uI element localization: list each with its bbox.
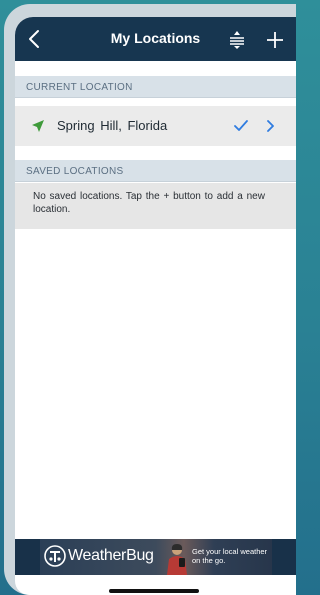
page-title: My Locations <box>110 30 201 46</box>
current-location-row[interactable]: Spring Hill, Florida <box>15 106 296 146</box>
ad-brand-name: WeatherBug <box>68 547 154 564</box>
saved-locations-header: SAVED LOCATIONS <box>15 160 296 182</box>
screen: My Locations CURRENT LOCATION Spring Hil… <box>15 17 296 595</box>
ad-person-image <box>167 544 187 575</box>
ad-tagline: Get your local weather on the go. <box>192 547 268 565</box>
empty-saved-message: No saved locations. Tap the + button to … <box>15 183 296 229</box>
ad-content[interactable]: WeatherBug Get your local weather on the… <box>40 539 272 575</box>
reorder-icon[interactable] <box>227 30 247 50</box>
current-location-header: CURRENT LOCATION <box>15 76 296 98</box>
ad-banner: WeatherBug Get your local weather on the… <box>15 539 296 575</box>
phone-frame: My Locations CURRENT LOCATION Spring Hil… <box>4 4 296 595</box>
plus-icon[interactable] <box>264 29 286 51</box>
location-arrow-icon <box>32 120 44 132</box>
checkmark-icon <box>234 120 248 131</box>
chevron-right-icon[interactable] <box>265 119 275 133</box>
home-indicator[interactable] <box>109 589 199 593</box>
current-location-name: Spring Hill, Florida <box>57 118 168 133</box>
navigation-bar: My Locations <box>15 17 296 61</box>
weatherbug-logo-icon <box>44 545 66 567</box>
section-spacer <box>15 146 296 160</box>
